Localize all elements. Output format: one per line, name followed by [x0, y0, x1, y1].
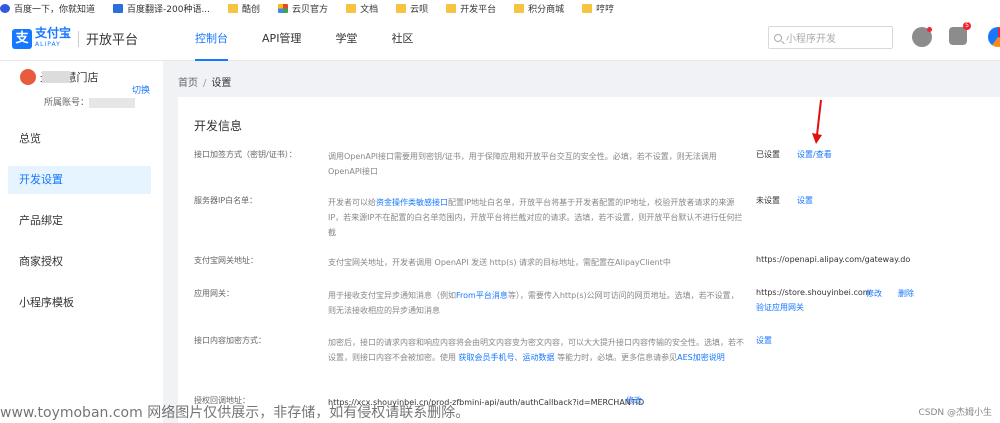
- set-link[interactable]: 设置: [756, 335, 772, 346]
- merchant-info: 光 智慧门店: [20, 69, 99, 85]
- breadcrumb: 首页 / 设置: [178, 78, 232, 89]
- bookmark-folder[interactable]: 开发平台: [446, 2, 496, 15]
- paw-icon: [0, 4, 10, 13]
- breadcrumb-home[interactable]: 首页: [178, 78, 198, 89]
- row-status: 未设置: [756, 196, 780, 205]
- colorful-logo-icon: [278, 4, 289, 13]
- app-gateway-url: https://store.shouyinbei.com: [756, 288, 871, 297]
- switch-account-link[interactable]: 切换: [132, 83, 150, 96]
- bookmark-folder[interactable]: 文档: [346, 2, 378, 15]
- edit-link[interactable]: 修改: [866, 288, 882, 299]
- delete-link[interactable]: 删除: [898, 288, 914, 299]
- row-description: 用于接收支付宝异步通知消息（例如From平台消息等），需要传入http(s)公网…: [328, 291, 739, 315]
- sidebar-item-dev-settings[interactable]: 开发设置: [8, 166, 151, 194]
- gateway-url: https://openapi.alipay.com/gateway.do: [756, 255, 911, 264]
- top-navigation: 支 支付宝 ALIPAY 开放平台 控制台 API管理 学堂 社区 小程序开发 5: [0, 17, 1000, 61]
- sidebar-item-product-binding[interactable]: 产品绑定: [8, 207, 151, 235]
- bookmark-folder[interactable]: 酷创: [228, 2, 260, 15]
- aes-doc-link[interactable]: AES加密说明: [677, 353, 725, 362]
- logo-brand: 支付宝 ALIPAY: [35, 25, 72, 48]
- row-description: 开发者可以给资金操作类敏感接口配置IP地址白名单，开放平台将基于开发者配置的IP…: [328, 198, 743, 237]
- tab-api-management[interactable]: API管理: [245, 17, 318, 61]
- row-description: 加密后，接口的请求内容和响应内容将会由明文内容变为密文内容，可以大大提升接口内容…: [328, 338, 744, 362]
- row-label: 应用网关：: [194, 289, 234, 298]
- alipay-logo[interactable]: 支 支付宝 ALIPAY 开放平台: [12, 25, 139, 50]
- sidebar-item-miniapp-template[interactable]: 小程序模板: [8, 289, 151, 317]
- platform-message-link[interactable]: From平台消息: [456, 291, 508, 300]
- bookmarks-bar: 百度一下，你就知道 百度翻译-200种语... 酷创 云贝官方 文档 云呗 开发…: [0, 0, 1000, 17]
- verify-gateway-link[interactable]: 验证应用网关: [756, 302, 804, 313]
- dev-info-panel: 开发信息 接口加签方式（密钥/证书）： 调用OpenAPI接口需要用到密钥/证书…: [178, 97, 1000, 423]
- red-arrow-annotation: [812, 99, 822, 144]
- logo-divider: [78, 30, 80, 47]
- user-avatar[interactable]: [988, 27, 1000, 47]
- row-description: 支付宝网关地址，开发者调用 OpenAPI 发送 http(s) 请求的目标地址…: [328, 258, 671, 267]
- bookmark-translate[interactable]: 百度翻译-200种语...: [113, 2, 210, 15]
- folder-icon: [346, 4, 357, 13]
- sidebar-item-overview[interactable]: 总览: [8, 125, 151, 153]
- folder-icon: [446, 4, 457, 13]
- alipay-logo-icon: 支: [12, 28, 32, 49]
- row-label: 接口加签方式（密钥/证书）：: [194, 150, 297, 159]
- row-label: 支付宝网关地址：: [194, 256, 258, 265]
- bookmark-folder[interactable]: 积分商城: [514, 2, 564, 15]
- set-view-link[interactable]: 设置/查看: [797, 149, 832, 160]
- tab-academy[interactable]: 学堂: [318, 17, 374, 61]
- main-tabs: 控制台 API管理 学堂 社区: [178, 17, 430, 61]
- message-badge: 5: [963, 22, 971, 30]
- csdn-credit: CSDN @杰姆小生: [918, 408, 992, 418]
- merchant-avatar: [20, 69, 36, 85]
- row-label: 接口内容加密方式：: [194, 336, 266, 345]
- row-label: 服务器IP白名单：: [194, 196, 258, 205]
- tab-community[interactable]: 社区: [374, 17, 430, 61]
- bookmark-yunbei[interactable]: 云贝官方: [278, 2, 328, 15]
- breadcrumb-current: 设置: [211, 78, 232, 89]
- sensitive-api-link[interactable]: 资金操作类敏感接口: [376, 198, 448, 207]
- search-input[interactable]: 小程序开发: [768, 26, 893, 49]
- tab-console[interactable]: 控制台: [178, 17, 245, 61]
- bookmark-folder[interactable]: 云呗: [396, 2, 428, 15]
- bookmark-folder[interactable]: 哼哼: [582, 2, 614, 15]
- row-status: 已设置: [756, 150, 780, 159]
- bell-icon[interactable]: [912, 27, 932, 47]
- message-icon[interactable]: 5: [949, 22, 971, 45]
- sidebar: 光 智慧门店 所属账号： 切换 总览 开发设置 产品绑定 商家授权 小程序模板: [0, 61, 163, 423]
- translate-icon: [113, 4, 124, 13]
- redacted-block: [42, 71, 70, 83]
- search-icon: [774, 33, 782, 42]
- watermark-text: www.toymoban.com 网络图片仅供展示，非存储，如有侵权请联系删除。: [0, 405, 470, 421]
- redacted-block: [89, 97, 136, 108]
- row-description: 调用OpenAPI接口需要用到密钥/证书，用于保障应用和开放平台交互的安全性。必…: [328, 152, 717, 176]
- account-id: 所属账号：: [44, 95, 136, 108]
- edit-callback-link[interactable]: 修改: [626, 395, 642, 406]
- folder-icon: [514, 4, 525, 13]
- platform-name: 开放平台: [86, 33, 139, 48]
- folder-icon: [396, 4, 407, 13]
- bookmark-baidu[interactable]: 百度一下，你就知道: [0, 2, 95, 15]
- member-phone-link[interactable]: 获取会员手机号: [459, 353, 515, 362]
- sport-data-link[interactable]: 运动数据: [523, 353, 555, 362]
- folder-icon: [582, 4, 593, 13]
- set-link[interactable]: 设置: [797, 195, 813, 206]
- folder-icon: [228, 4, 239, 13]
- sidebar-item-merchant-auth[interactable]: 商家授权: [8, 248, 151, 276]
- sidebar-menu: 总览 开发设置 产品绑定 商家授权 小程序模板: [8, 125, 151, 330]
- notification-dot: [927, 27, 932, 32]
- panel-title: 开发信息: [194, 119, 243, 133]
